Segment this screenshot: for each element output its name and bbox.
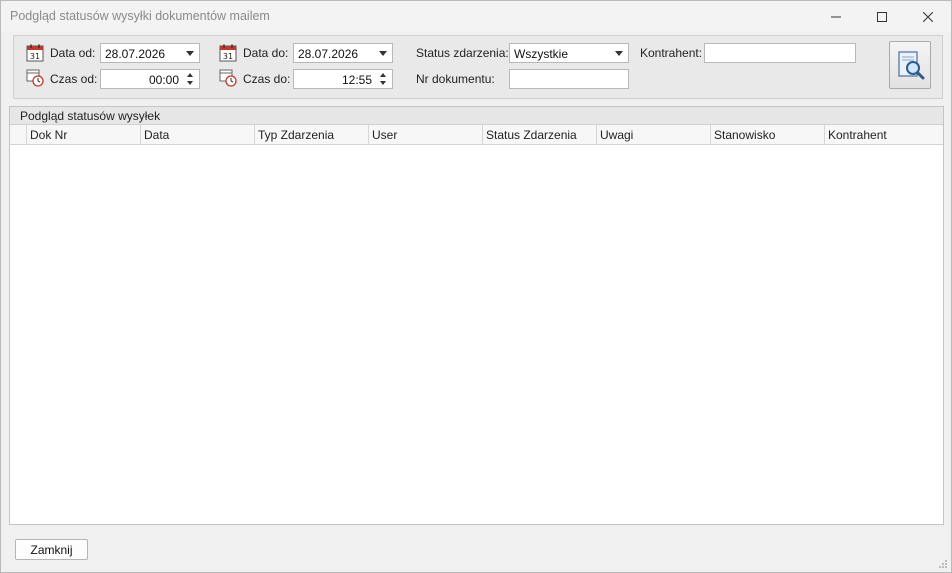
svg-text:31: 31	[30, 52, 40, 61]
chevron-down-icon[interactable]	[615, 51, 623, 56]
column-header-user[interactable]: User	[368, 125, 482, 145]
row-indicator-header	[10, 125, 26, 145]
column-header-dok-nr[interactable]: Dok Nr	[26, 125, 140, 145]
date-from-value: 28.07.2026	[105, 47, 166, 61]
column-header-uwagi[interactable]: Uwagi	[596, 125, 710, 145]
status-grid: Podgląd statusów wysyłek Dok Nr Data Typ…	[9, 106, 944, 525]
grid-body[interactable]	[10, 145, 943, 524]
column-header-stanowisko[interactable]: Stanowisko	[710, 125, 824, 145]
minimize-button[interactable]	[813, 1, 859, 32]
time-from-field[interactable]: 00:00	[100, 69, 200, 89]
minimize-icon	[831, 16, 841, 17]
resize-grip-icon[interactable]	[938, 559, 948, 569]
close-window-button[interactable]	[905, 1, 951, 32]
contractor-field[interactable]	[704, 43, 856, 63]
close-icon	[923, 11, 933, 22]
status-select[interactable]: Wszystkie	[509, 43, 629, 63]
column-header-kontrahent[interactable]: Kontrahent	[824, 125, 943, 145]
time-to-field[interactable]: 12:55	[293, 69, 393, 89]
date-to-label: Data do:	[243, 46, 289, 60]
window-title: Podgląd statusów wysyłki dokumentów mail…	[10, 9, 270, 23]
time-to-spinner[interactable]	[379, 71, 389, 87]
search-button[interactable]	[889, 41, 931, 89]
status-value: Wszystkie	[514, 47, 568, 61]
maximize-icon	[877, 11, 887, 22]
contractor-label: Kontrahent:	[640, 46, 703, 60]
time-to-value: 12:55	[341, 73, 372, 87]
doc-number-field[interactable]	[509, 69, 629, 89]
clock-icon	[26, 69, 44, 87]
status-label: Status zdarzenia:	[416, 46, 509, 60]
time-from-spinner[interactable]	[186, 71, 196, 87]
window: Podgląd statusów wysyłki dokumentów mail…	[0, 0, 952, 573]
date-from-label: Data od:	[50, 46, 96, 60]
column-header-status-zdarzenia[interactable]: Status Zdarzenia	[482, 125, 596, 145]
svg-text:31: 31	[223, 52, 233, 61]
grid-header: Dok Nr Data Typ Zdarzenia User Status Zd…	[10, 125, 943, 145]
calendar-icon: 31	[219, 44, 237, 62]
clock-icon	[219, 69, 237, 87]
column-header-data[interactable]: Data	[140, 125, 254, 145]
date-from-field[interactable]: 28.07.2026	[100, 43, 200, 63]
grid-caption-text: Podgląd statusów wysyłek	[20, 109, 161, 123]
close-button[interactable]: Zamknij	[15, 539, 88, 560]
date-to-value: 28.07.2026	[298, 47, 359, 61]
maximize-button[interactable]	[859, 1, 905, 32]
doc-number-label: Nr dokumentu:	[416, 72, 495, 86]
time-from-label: Czas od:	[50, 72, 98, 86]
filter-panel: 31 Data od: 28.07.2026 Czas od: 00:00 31	[13, 35, 943, 99]
grid-caption: Podgląd statusów wysyłek	[10, 107, 943, 125]
calendar-icon: 31	[26, 44, 44, 62]
chevron-down-icon[interactable]	[186, 51, 194, 56]
time-to-label: Czas do:	[243, 72, 291, 86]
date-to-field[interactable]: 28.07.2026	[293, 43, 393, 63]
chevron-down-icon[interactable]	[379, 51, 387, 56]
search-icon	[898, 51, 925, 80]
time-from-value: 00:00	[148, 73, 179, 87]
title-bar: Podgląd statusów wysyłki dokumentów mail…	[1, 1, 951, 32]
column-header-typ-zdarzenia[interactable]: Typ Zdarzenia	[254, 125, 368, 145]
